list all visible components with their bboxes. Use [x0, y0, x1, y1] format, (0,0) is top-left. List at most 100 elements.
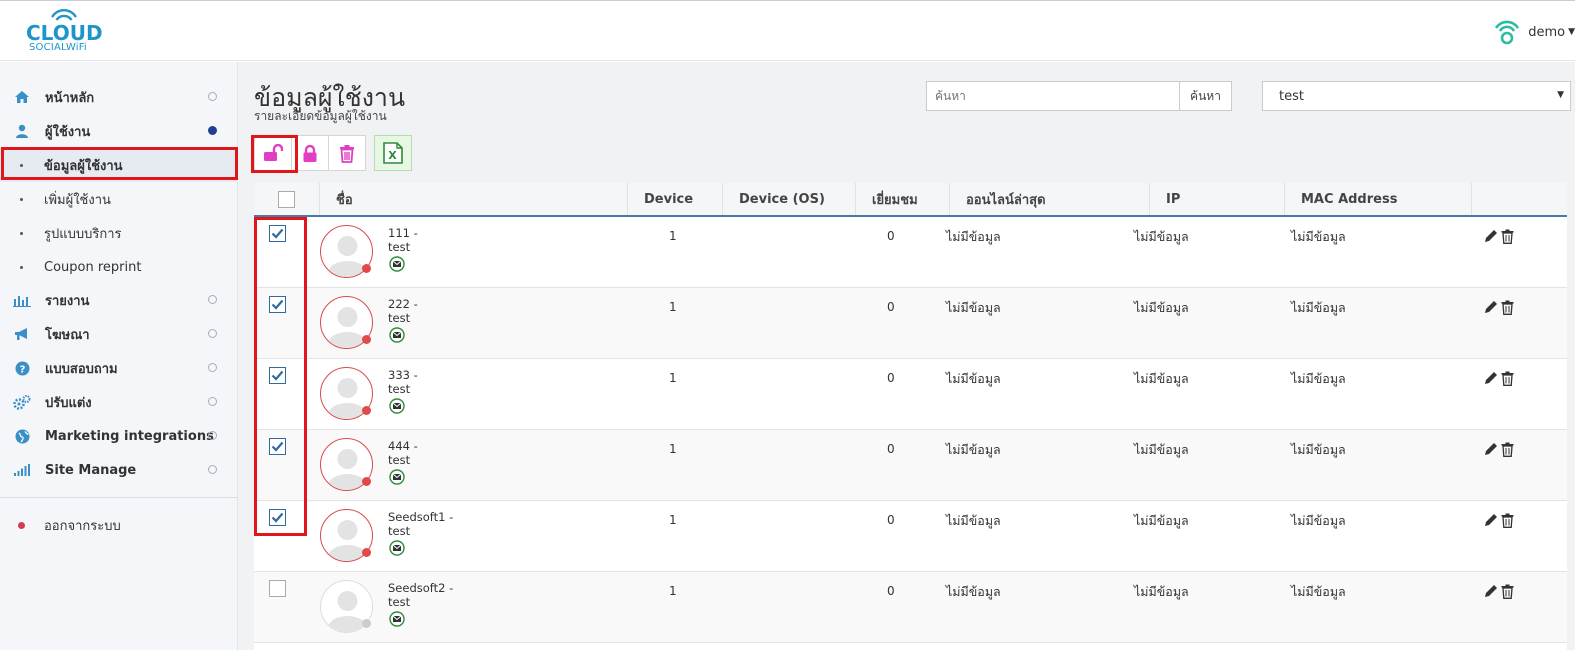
select-all-checkbox[interactable] — [278, 190, 295, 208]
sidebar-subitem-coupon-reprint[interactable]: Coupon reprint — [0, 250, 238, 284]
bullet-icon — [20, 265, 23, 269]
pencil-icon[interactable] — [1484, 513, 1498, 527]
status-dot-icon — [362, 264, 371, 273]
user-name[interactable]: 333 - — [388, 368, 418, 382]
status-dot-icon — [362, 477, 371, 486]
caret-down-icon: ▼ — [1557, 90, 1564, 100]
row-checkbox-cell — [269, 438, 286, 455]
row-checkbox[interactable] — [269, 509, 286, 526]
row-actions — [1484, 442, 1514, 457]
column-header-name[interactable]: ชื่อ — [320, 183, 628, 215]
search-button[interactable]: ค้นหา — [1180, 81, 1232, 111]
export-excel-button[interactable]: X — [374, 135, 412, 171]
status-dot-icon — [362, 619, 371, 628]
envelope-icon[interactable] — [389, 256, 405, 276]
device-count: 1 — [669, 442, 677, 456]
lock-button[interactable] — [291, 135, 329, 171]
column-header-ip[interactable]: IP — [1150, 183, 1285, 215]
column-header-device[interactable]: Device — [628, 183, 723, 215]
sidebar-item-users[interactable]: ผู้ใช้งาน — [0, 114, 238, 148]
row-checkbox[interactable] — [269, 367, 286, 384]
unlock-button[interactable] — [254, 135, 292, 171]
search-input[interactable] — [926, 81, 1180, 111]
ip-address: ไม่มีข้อมูล — [1134, 371, 1189, 386]
sidebar-subitem-add-user[interactable]: เพิ่มผู้ใช้งาน — [0, 182, 238, 216]
mac-address: ไม่มีข้อมูล — [1291, 229, 1346, 244]
device-count: 1 — [669, 229, 677, 243]
device-count: 1 — [669, 300, 677, 314]
column-header-last-online[interactable]: ออนไลน์ล่าสุด — [950, 183, 1150, 215]
user-name: demo — [1528, 24, 1566, 40]
trash-icon[interactable] — [1501, 300, 1514, 315]
site-select-value: test — [1279, 88, 1304, 104]
column-header-mac[interactable]: MAC Address — [1285, 183, 1472, 215]
user-site: test — [388, 453, 411, 467]
row-checkbox[interactable] — [269, 225, 286, 242]
user-name[interactable]: 222 - — [388, 297, 418, 311]
envelope-icon[interactable] — [389, 469, 405, 489]
row-checkbox[interactable] — [269, 438, 286, 455]
sidebar-item-ads[interactable]: โฆษณา — [0, 317, 238, 351]
column-header-visits[interactable]: เยี่ยมชม — [856, 183, 950, 215]
pencil-icon[interactable] — [1484, 300, 1498, 314]
user-name[interactable]: 444 - — [388, 439, 418, 453]
envelope-icon[interactable] — [389, 611, 405, 631]
visit-count: 0 — [887, 442, 895, 456]
svg-text:?: ? — [19, 364, 25, 375]
collapse-indicator-icon — [208, 295, 217, 304]
row-checkbox[interactable] — [269, 296, 286, 313]
sidebar-item-survey[interactable]: ? แบบสอบถาม — [0, 351, 238, 385]
user-name[interactable]: Seedsoft2 - — [388, 581, 453, 595]
pencil-icon[interactable] — [1484, 442, 1498, 456]
trash-icon[interactable] — [1501, 371, 1514, 386]
trash-icon[interactable] — [1501, 229, 1514, 244]
ip-address: ไม่มีข้อมูล — [1134, 229, 1189, 244]
delete-button[interactable] — [328, 135, 366, 171]
logout-link[interactable]: ออกจากระบบ — [0, 508, 238, 542]
question-icon: ? — [13, 361, 31, 376]
row-actions — [1484, 300, 1514, 315]
trash-icon[interactable] — [1501, 584, 1514, 599]
trash-icon[interactable] — [1501, 442, 1514, 457]
logout-label: ออกจากระบบ — [44, 518, 121, 534]
pencil-icon[interactable] — [1484, 584, 1498, 598]
site-select[interactable]: test ▼ — [1262, 81, 1571, 111]
ip-address: ไม่มีข้อมูล — [1134, 513, 1189, 528]
row-checkbox-cell — [269, 509, 286, 526]
unlock-icon — [264, 144, 283, 161]
user-name[interactable]: 111 - — [388, 226, 418, 240]
sidebar-item-marketing[interactable]: Marketing integrations — [0, 419, 238, 453]
user-site: test — [388, 524, 411, 538]
status-dot-icon — [362, 548, 371, 557]
sidebar-item-settings[interactable]: ปรับแต่ง — [0, 385, 238, 419]
table-row: Seedsoft2 - test 1 0 ไม่มีข้อมูล ไม่มีข้อมูล ไ… — [254, 572, 1567, 643]
collapse-indicator-icon — [208, 465, 217, 474]
column-header-device-os[interactable]: Device (OS) — [723, 183, 856, 215]
sidebar-item-site-manage[interactable]: Site Manage — [0, 453, 238, 487]
logo[interactable]: CLOUD SOCIALWiFi — [26, 7, 106, 55]
row-actions — [1484, 513, 1514, 528]
sidebar-subitem-label: ข้อมูลผู้ใช้งาน — [44, 158, 123, 174]
envelope-icon[interactable] — [389, 327, 405, 347]
collapse-indicator-icon — [208, 363, 217, 372]
megaphone-icon — [13, 327, 31, 341]
user-menu[interactable]: demo ▼ — [1494, 15, 1575, 49]
sidebar-subitem-user-info[interactable]: ข้อมูลผู้ใช้งาน — [0, 148, 238, 182]
envelope-icon[interactable] — [389, 398, 405, 418]
table-row: 222 - test 1 0 ไม่มีข้อมูล ไม่มีข้อมูล ไม่มีข้… — [254, 288, 1567, 359]
sidebar-subitem-service-plans[interactable]: รูปแบบบริการ — [0, 216, 238, 250]
user-site: test — [388, 595, 411, 609]
row-checkbox-cell — [269, 580, 286, 597]
trash-icon[interactable] — [1501, 513, 1514, 528]
pencil-icon[interactable] — [1484, 371, 1498, 385]
sidebar-item-reports[interactable]: รายงาน — [0, 283, 238, 317]
pencil-icon[interactable] — [1484, 229, 1498, 243]
row-checkbox[interactable] — [269, 580, 286, 597]
user-site: test — [388, 240, 411, 254]
user-icon — [13, 124, 31, 138]
user-name[interactable]: Seedsoft1 - — [388, 510, 453, 524]
envelope-icon[interactable] — [389, 540, 405, 560]
sidebar-item-home[interactable]: หน้าหลัก — [0, 80, 238, 114]
svg-text:X: X — [388, 149, 397, 162]
sidebar: หน้าหลัก ผู้ใช้งาน ข้อมูลผู้ใช้งาน เพิ่ม… — [0, 62, 238, 650]
